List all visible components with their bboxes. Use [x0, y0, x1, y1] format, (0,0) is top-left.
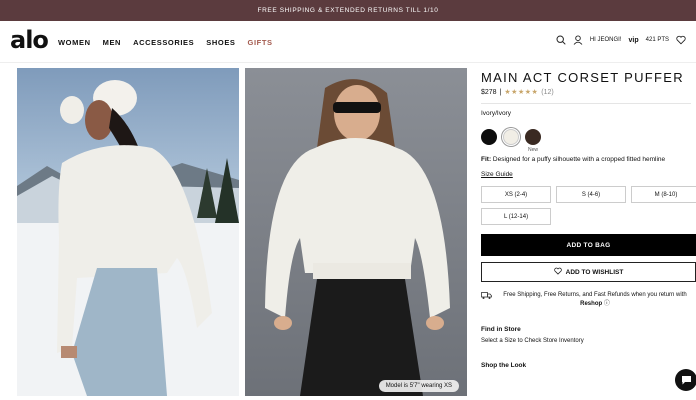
swatch-black-wrap — [481, 129, 497, 153]
vip-label[interactable]: vip — [629, 37, 639, 44]
brand-logo[interactable]: alo — [10, 26, 49, 54]
find-in-store-heading[interactable]: Find in Store — [481, 326, 696, 333]
size-option-xs[interactable]: XS (2-4) — [481, 186, 551, 203]
swatch-brown-wrap: New — [525, 129, 541, 153]
size-option-s[interactable]: S (4-6) — [556, 186, 626, 203]
review-count[interactable]: (12) — [541, 89, 553, 96]
account-greeting[interactable]: HI JEONGI! — [590, 37, 622, 43]
site-header: alo WOMEN MEN ACCESSORIES SHOES GIFTS HI… — [0, 21, 696, 63]
nav-gifts[interactable]: GIFTS — [248, 38, 273, 47]
swatch-new-label: New — [527, 147, 538, 153]
shipping-info: Free Shipping, Free Returns, and Fast Re… — [481, 291, 696, 309]
divider — [481, 103, 691, 104]
product-info-panel: MAIN ACT CORSET PUFFER $278 | ★★★★★ (12)… — [481, 68, 696, 369]
fit-label: Fit: — [481, 156, 492, 163]
price-separator: | — [499, 88, 502, 96]
model-in-snow-illustration — [17, 80, 239, 396]
color-swatch-black[interactable] — [481, 129, 497, 145]
wishlist-label: ADD TO WISHLIST — [565, 268, 624, 276]
product-price: $278 — [481, 88, 497, 96]
size-guide-link[interactable]: Size Guide — [481, 171, 513, 178]
chat-icon[interactable] — [675, 369, 696, 391]
nav-shoes[interactable]: SHOES — [206, 38, 235, 47]
heart-icon — [553, 267, 562, 277]
selected-color-name: Ivory/Ivory — [481, 110, 511, 117]
header-actions: HI JEONGI! vip 421 PTS — [556, 35, 686, 45]
add-to-wishlist-button[interactable]: ADD TO WISHLIST — [481, 262, 696, 282]
fit-description: Fit: Designed for a puffy silhouette wit… — [481, 156, 696, 163]
vip-points[interactable]: 421 PTS — [646, 37, 669, 43]
wishlist-heart-icon[interactable] — [676, 35, 686, 45]
model-size-tag: Model is 5'7" wearing XS — [378, 380, 459, 392]
product-photo-back-view[interactable] — [17, 68, 239, 396]
color-swatch-espresso[interactable] — [525, 129, 541, 145]
account-icon[interactable] — [573, 35, 583, 45]
size-option-m[interactable]: M (8-10) — [631, 186, 696, 203]
main-nav: WOMEN MEN ACCESSORIES SHOES GIFTS — [58, 38, 273, 47]
swatch-ivory-wrap — [503, 129, 519, 153]
product-title: MAIN ACT CORSET PUFFER — [481, 70, 684, 85]
nav-women[interactable]: WOMEN — [58, 38, 91, 47]
nav-accessories[interactable]: ACCESSORIES — [133, 38, 194, 47]
add-to-bag-button[interactable]: ADD TO BAG — [481, 234, 696, 256]
rating-stars-icon[interactable]: ★★★★★ — [504, 88, 538, 96]
promo-banner: FREE SHIPPING & EXTENDED RETURNS TILL 1/… — [0, 0, 696, 21]
size-selector: XS (2-4) S (4-6) M (8-10) L (12-14) — [481, 186, 696, 225]
color-swatches: New — [481, 129, 696, 153]
nav-men[interactable]: MEN — [103, 38, 121, 47]
truck-icon — [481, 291, 492, 309]
shipping-text-block: Free Shipping, Free Returns, and Fast Re… — [500, 291, 690, 309]
find-in-store-subtext: Select a Size to Check Store Inventory — [481, 338, 584, 344]
product-photo-front-view[interactable]: Model is 5'7" wearing XS — [245, 68, 467, 396]
color-swatch-ivory-selected[interactable] — [503, 129, 519, 145]
model-front-illustration — [265, 79, 450, 396]
info-icon[interactable]: ⓘ — [604, 301, 610, 307]
fit-text: Designed for a puffy silhouette with a c… — [492, 156, 666, 163]
reshop-brand[interactable]: Reshop — [580, 301, 602, 307]
search-icon[interactable] — [556, 35, 566, 45]
size-option-l[interactable]: L (12-14) — [481, 208, 551, 225]
price-rating-row: $278 | ★★★★★ (12) — [481, 88, 696, 97]
shop-the-look-heading[interactable]: Shop the Look — [481, 362, 696, 369]
shipping-text: Free Shipping, Free Returns, and Fast Re… — [503, 292, 687, 298]
